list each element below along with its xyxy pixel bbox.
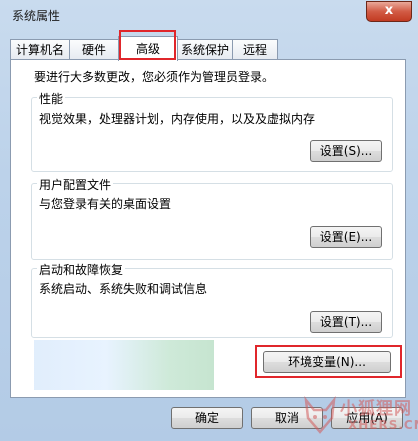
close-button[interactable]: x: [366, 1, 412, 22]
user-profiles-title: 用户配置文件: [37, 176, 114, 193]
admin-notice: 要进行大多数更改，您必须作为管理员登录。: [34, 70, 275, 84]
user-profiles-settings-button[interactable]: 设置(E)...: [310, 226, 382, 248]
system-properties-window: 系统属性 x 计算机名 硬件 高级 系统保护 远程 要进行大多数更改，您必须作为…: [0, 0, 418, 441]
startup-recovery-group: 启动和故障恢复 系统启动、系统失败和调试信息 设置(T)...: [31, 261, 393, 338]
user-profiles-group: 用户配置文件 与您登录有关的桌面设置 设置(E)...: [31, 176, 393, 260]
tab-strip: 计算机名 硬件 高级 系统保护 远程: [10, 36, 406, 61]
startup-recovery-description: 系统启动、系统失败和调试信息: [39, 282, 208, 296]
watermark-en: XHERS.CN: [348, 418, 418, 432]
window-title: 系统属性: [12, 9, 61, 23]
performance-description: 视觉效果，处理器计划，内存使用，以及及虚拟内存: [39, 112, 316, 126]
performance-title: 性能: [37, 90, 66, 107]
site-watermark: 小狐狸网 XHERS.CN: [300, 392, 418, 441]
performance-settings-button[interactable]: 设置(S)...: [310, 140, 382, 162]
environment-variables-highlight: [255, 345, 402, 378]
performance-group: 性能 视觉效果，处理器计划，内存使用，以及及虚拟内存 设置(S)...: [31, 90, 393, 172]
fox-icon: [304, 396, 336, 434]
startup-recovery-title: 启动和故障恢复: [37, 261, 126, 278]
watermark-cn: 小狐狸网: [340, 399, 412, 419]
user-profiles-description: 与您登录有关的桌面设置: [39, 197, 172, 211]
blurred-logo-image: [34, 340, 214, 390]
ok-button[interactable]: 确定: [171, 407, 243, 429]
startup-recovery-settings-button[interactable]: 设置(T)...: [310, 311, 382, 333]
tab-remote[interactable]: 远程: [232, 39, 278, 59]
advanced-tab-highlight: [119, 30, 176, 60]
tab-system-protection[interactable]: 系统保护: [177, 39, 233, 59]
tab-hardware[interactable]: 硬件: [69, 39, 119, 59]
tab-computer-name[interactable]: 计算机名: [10, 39, 70, 59]
title-bar[interactable]: 系统属性 x: [0, 0, 418, 30]
